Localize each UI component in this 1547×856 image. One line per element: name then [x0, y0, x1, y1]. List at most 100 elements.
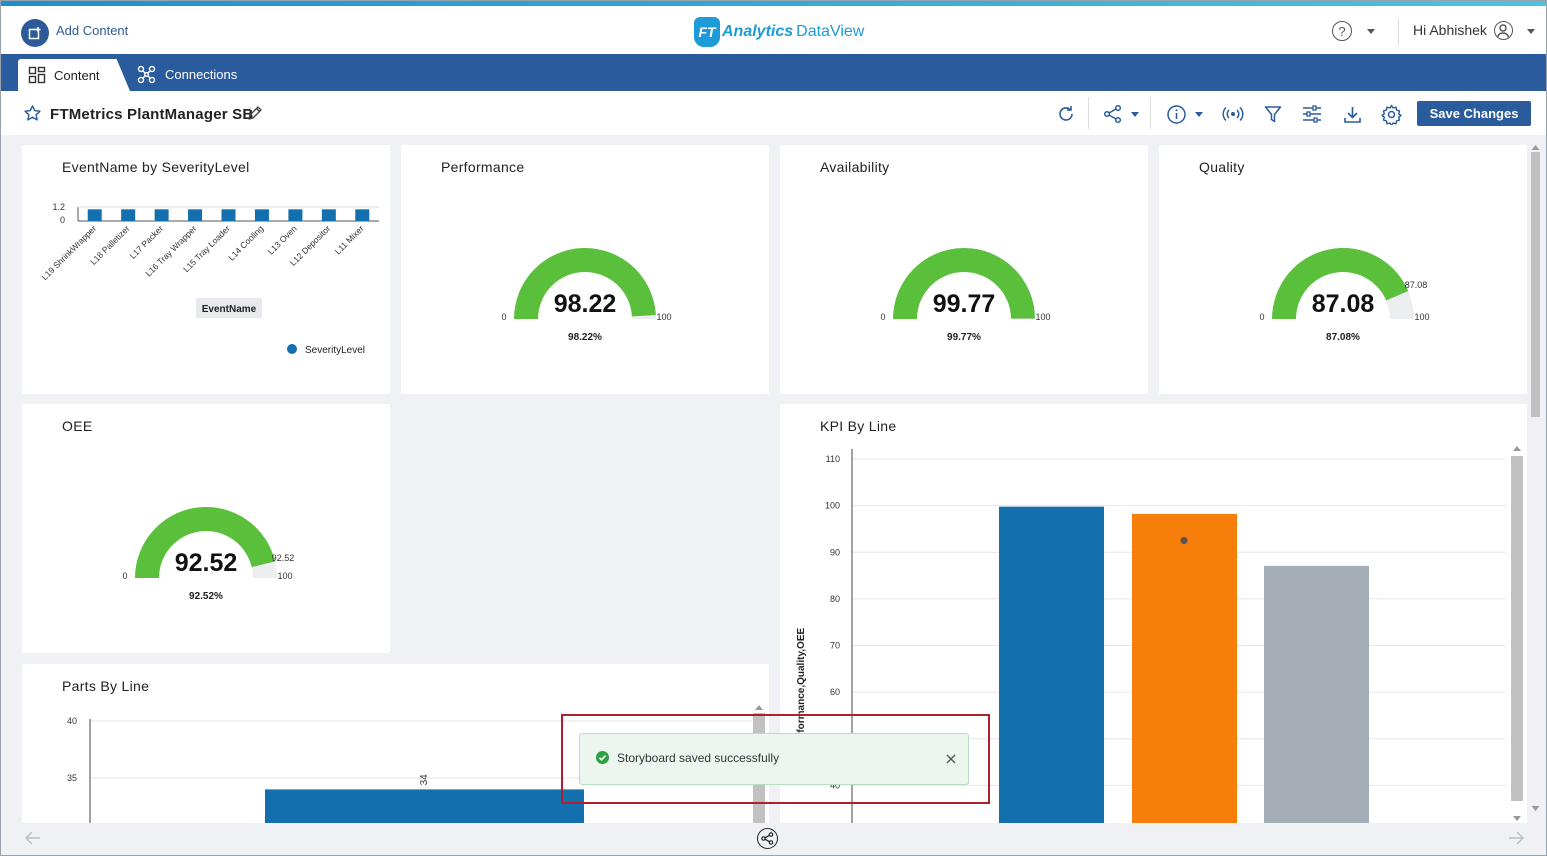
help-dropdown-caret-icon[interactable] — [1367, 29, 1375, 34]
performance-card[interactable]: Performance 98.22 98.22% 0 100 — [401, 145, 769, 394]
user-dropdown-caret-icon[interactable] — [1527, 29, 1535, 34]
nav-bar: Content Connections — [1, 54, 1546, 91]
add-content-button[interactable] — [21, 19, 49, 47]
gauge-max: 100 — [1035, 312, 1050, 322]
y-tick-label: 80 — [830, 594, 840, 604]
gauge-value: 98.22 — [554, 290, 617, 318]
bar — [154, 209, 169, 221]
tab-connections[interactable]: Connections — [137, 65, 237, 84]
oee-gauge: 92.52 92.52% 0 100 92.52 — [122, 507, 295, 602]
logo-brand: Analytics — [722, 23, 794, 40]
star-icon[interactable] — [23, 104, 42, 123]
sliders-icon[interactable] — [1301, 103, 1323, 125]
x-tick-label: L11 Mixer — [333, 223, 366, 256]
quality-card[interactable]: Quality 87.08 87.08% 0 100 87.08 — [1159, 145, 1527, 394]
x-tick-label: L13 Oven — [266, 223, 299, 256]
chart-scrollbar[interactable] — [1511, 446, 1523, 821]
add-content-icon — [28, 27, 41, 40]
performance-gauge: 98.22 98.22% 0 100 — [501, 248, 672, 343]
storyboard-footer — [1, 823, 1546, 855]
bar — [121, 209, 136, 221]
edit-pencil-icon[interactable] — [246, 105, 263, 122]
oee-point — [1180, 537, 1188, 545]
bar-availability — [999, 506, 1104, 823]
y-tick-label: 70 — [830, 641, 840, 651]
legend-label: SeverityLevel — [305, 345, 365, 356]
gauge-value: 99.77 — [933, 290, 996, 318]
gauge-percent: 87.08% — [1326, 332, 1360, 343]
info-icon[interactable] — [1165, 103, 1187, 125]
share-dropdown-caret-icon[interactable] — [1131, 112, 1139, 117]
bar-data-label: 34 — [419, 774, 430, 786]
gauge-min: 0 — [880, 312, 885, 322]
gauge-marker-label: 92.52 — [272, 553, 295, 563]
refresh-icon[interactable] — [1055, 103, 1077, 125]
page-scrollbar[interactable] — [1530, 144, 1541, 812]
gauge-min: 0 — [1259, 312, 1264, 322]
gauge-percent: 98.22% — [568, 332, 602, 343]
x-axis-title: EventName — [202, 304, 257, 315]
event-severity-chart: 1.20L19 ShrinkWrapperL18 PalletizerL17 P… — [39, 202, 379, 356]
logo-badge: FT — [694, 17, 720, 47]
download-icon[interactable] — [1341, 103, 1363, 125]
add-content-label[interactable]: Add Content — [56, 23, 128, 38]
bar — [87, 209, 102, 221]
storyboard-title: FTMetrics PlantManager SB — [50, 106, 254, 123]
annotation-highlight-box — [561, 714, 990, 804]
gauge-percent: 99.77% — [947, 332, 981, 343]
share-icon — [761, 832, 774, 845]
x-tick-label: L19 ShrinkWrapper — [39, 223, 98, 282]
y-tick-label: 35 — [67, 773, 77, 783]
gauge-min: 0 — [501, 312, 506, 322]
user-greeting[interactable]: Hi Abhishek — [1413, 22, 1487, 38]
card-title: EventName by SeverityLevel — [62, 159, 250, 175]
y-tick-label: 60 — [830, 687, 840, 697]
y-tick-label: 40 — [67, 716, 77, 726]
gauge-percent: 92.52% — [189, 591, 223, 602]
storyboard-toolbar: FTMetrics PlantManager SB Save Changes — [1, 91, 1546, 135]
gauge-max: 100 — [1414, 312, 1429, 322]
y-tick-label: 110 — [826, 454, 840, 464]
help-icon[interactable]: ? — [1332, 21, 1352, 41]
grid-icon — [28, 66, 46, 84]
share-icon[interactable] — [1102, 103, 1124, 125]
y-tick-label: 100 — [825, 501, 840, 511]
quality-gauge: 87.08 87.08% 0 100 87.08 — [1259, 247, 1430, 343]
header-divider — [1398, 18, 1399, 46]
y-tick-label: 90 — [830, 547, 840, 557]
gauge-max: 100 — [277, 571, 292, 581]
filter-icon[interactable] — [1262, 103, 1284, 125]
bar-quality — [1264, 565, 1369, 823]
app-logo: FT Analytics DataView — [694, 15, 864, 49]
info-dropdown-caret-icon[interactable] — [1195, 112, 1203, 117]
gauge-max: 100 — [656, 312, 671, 322]
app-header: Add Content FT Analytics DataView ? Hi A… — [1, 6, 1546, 54]
broadcast-icon[interactable] — [1222, 103, 1244, 125]
tab-content[interactable]: Content — [18, 59, 130, 91]
bar — [254, 209, 269, 221]
gauge-value: 87.08 — [1312, 290, 1375, 318]
toolbar-divider — [1150, 97, 1151, 129]
bar — [265, 789, 584, 823]
oee-card[interactable]: OEE 92.52 92.52% 0 100 92.52 — [22, 404, 390, 653]
card-title: Parts By Line — [62, 678, 150, 694]
y-tick-label: 0 — [60, 215, 65, 225]
x-tick-label: L14 Cooling — [226, 223, 265, 262]
bar — [355, 209, 370, 221]
settings-icon[interactable] — [1380, 103, 1402, 125]
y-tick-label: 1.2 — [52, 202, 65, 212]
previous-arrow-icon[interactable] — [25, 831, 41, 845]
tab-connections-label: Connections — [165, 67, 238, 82]
save-changes-button[interactable]: Save Changes — [1417, 101, 1531, 126]
availability-card[interactable]: Availability 99.77 99.77% 0 100 — [780, 145, 1148, 394]
share-story-button[interactable] — [757, 828, 778, 849]
event-severity-card[interactable]: EventName by SeverityLevel 1.2 0 L19 Shrin… — [22, 145, 390, 394]
app-window: Add Content FT Analytics DataView ? Hi A… — [0, 0, 1547, 856]
next-arrow-icon[interactable] — [1508, 831, 1524, 845]
network-icon — [137, 65, 156, 84]
gauge-marker-label: 87.08 — [1405, 280, 1428, 290]
gauge-min: 0 — [122, 571, 127, 581]
card-title: KPI By Line — [820, 418, 897, 434]
bar — [221, 209, 236, 221]
user-avatar-icon[interactable] — [1494, 21, 1513, 40]
